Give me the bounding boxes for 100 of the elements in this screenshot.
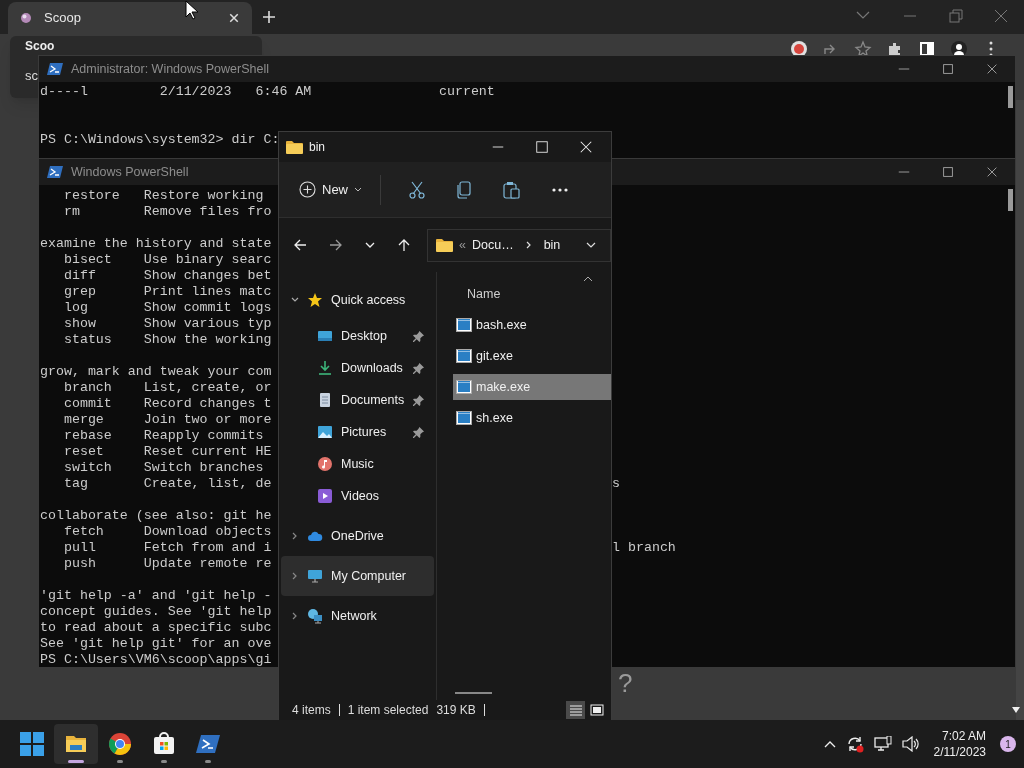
terminal-line: restore Restore working <box>62 188 264 203</box>
browser-tab[interactable]: Scoop <box>8 2 252 34</box>
restore-icon[interactable] <box>948 8 964 24</box>
terminal-line: PS C:\Users\VM6\scoop\apps\gi <box>40 652 272 667</box>
terminal-line: to read about a specific subc <box>40 620 272 635</box>
terminal-line: grep Print lines matc <box>62 284 272 299</box>
network-icon[interactable] <box>873 736 892 752</box>
taskbar-button[interactable] <box>54 724 98 764</box>
favicon-icon <box>20 12 32 24</box>
monitor-icon <box>317 328 333 344</box>
volume-icon[interactable] <box>901 736 920 752</box>
terminal-line: push Update remote re <box>62 556 272 571</box>
terminal-line: status Show the working <box>62 332 272 347</box>
terminal-line: branch List, create, or <box>62 380 272 395</box>
application-icon <box>456 318 472 332</box>
chevron-up-icon[interactable] <box>823 740 836 748</box>
application-icon <box>456 380 472 394</box>
address-bar[interactable]: « Docu… bin <box>427 228 611 262</box>
nav-item[interactable]: My Computer <box>281 556 434 596</box>
breadcrumb-item[interactable]: bin <box>543 235 561 255</box>
monitor-icon <box>307 568 323 584</box>
nav-item[interactable]: Downloads <box>281 352 434 384</box>
star-icon <box>307 292 323 308</box>
forward-icon[interactable] <box>329 238 343 252</box>
terminal-icon <box>47 165 63 179</box>
nav-item[interactable]: Desktop <box>281 320 434 352</box>
paste-icon[interactable] <box>503 180 521 199</box>
music-note-icon <box>317 456 333 472</box>
nav-item[interactable]: Quick access <box>281 280 434 320</box>
more-icon[interactable] <box>552 187 568 192</box>
sidebar-icon[interactable] <box>918 40 936 58</box>
clock[interactable]: 7:02 AM 2/11/2023 <box>929 728 990 760</box>
application-icon <box>456 411 472 425</box>
nav-item[interactable]: Documents <box>281 384 434 416</box>
file-row[interactable]: bash.exe <box>453 312 611 338</box>
window-title: Windows PowerShell <box>71 163 189 181</box>
item-count: 4 items <box>292 702 331 719</box>
notification-badge[interactable]: 1 <box>1000 736 1016 752</box>
browser-icon <box>107 731 133 757</box>
breadcrumb-item[interactable]: Docu… <box>471 235 514 255</box>
terminal-line: PS C:\Windows\system32> dir C: <box>40 132 280 147</box>
store-icon <box>151 731 177 757</box>
terminal-line: fetch Download objects <box>62 524 272 539</box>
page-heading: ? <box>618 667 633 700</box>
terminal-line: commit Record changes t <box>62 396 272 411</box>
maximize-icon[interactable] <box>941 62 955 76</box>
new-tab-icon[interactable] <box>262 10 276 24</box>
nav-item[interactable]: Music <box>281 448 434 480</box>
folder-icon <box>286 140 303 154</box>
sync-icon[interactable] <box>845 735 864 753</box>
file-row[interactable]: make.exe <box>453 374 611 400</box>
maximize-icon[interactable] <box>535 140 549 154</box>
file-row[interactable]: sh.exe <box>453 405 611 431</box>
close-icon[interactable] <box>985 62 999 76</box>
close-icon[interactable] <box>985 165 999 179</box>
chevron-down-icon[interactable] <box>291 296 299 304</box>
terminal-line: rebase Reapply commits <box>62 428 264 443</box>
scroll-down-icon[interactable] <box>1011 706 1021 714</box>
scrollbar-thumb[interactable] <box>1008 86 1013 108</box>
terminal-line: show Show various typ <box>62 316 272 331</box>
overflow-chevron[interactable]: « <box>459 235 466 255</box>
terminal-line: switch Switch branches <box>62 460 264 475</box>
terminal-line: diff Show changes bet <box>62 268 272 283</box>
terminal-line: d----l 2/11/2023 6:46 AM current <box>40 84 495 99</box>
chevron-right-icon[interactable] <box>525 241 532 249</box>
terminal-line: s <box>612 476 620 492</box>
star-icon[interactable] <box>854 40 872 58</box>
maximize-icon[interactable] <box>941 165 955 179</box>
mouse-cursor-icon <box>185 0 199 20</box>
pin-icon <box>413 362 424 374</box>
column-header[interactable]: Name <box>467 284 501 304</box>
back-icon[interactable] <box>293 238 307 252</box>
tooltip-subtitle: sc <box>25 67 38 85</box>
nav-item[interactable]: Network <box>281 596 434 636</box>
sort-ascending-icon <box>583 276 593 282</box>
tiles-view-button[interactable] <box>587 701 606 719</box>
download-icon <box>317 360 333 376</box>
file-row[interactable]: git.exe <box>453 343 611 369</box>
cut-icon[interactable] <box>409 180 425 199</box>
terminal-line: 'git help -a' and 'git help - <box>40 588 272 603</box>
scrollbar-thumb[interactable] <box>455 692 492 694</box>
terminal-line: grow, mark and tweak your com <box>40 364 272 379</box>
copy-icon[interactable] <box>456 180 472 199</box>
folder-icon <box>436 238 453 252</box>
nav-item[interactable]: OneDrive <box>281 516 434 556</box>
new-button[interactable]: New <box>297 171 364 208</box>
up-icon[interactable] <box>397 238 411 252</box>
terminal-line: See 'git help git' for an ove <box>40 636 272 651</box>
nav-item[interactable]: Pictures <box>281 416 434 448</box>
window-title: bin <box>309 139 325 156</box>
scrollbar-thumb[interactable] <box>1008 189 1013 211</box>
nav-item[interactable]: Videos <box>281 480 434 512</box>
terminal-line: rm Remove files fro <box>62 204 272 219</box>
tooltip-title: Scoo <box>25 40 55 53</box>
terminal-line: bisect Use binary searc <box>62 252 272 267</box>
pin-icon <box>413 426 424 438</box>
pin-icon <box>413 394 424 406</box>
plus-circle-icon <box>299 181 316 198</box>
terminal-line: concept guides. See 'git help <box>40 604 272 619</box>
video-icon <box>317 488 333 504</box>
